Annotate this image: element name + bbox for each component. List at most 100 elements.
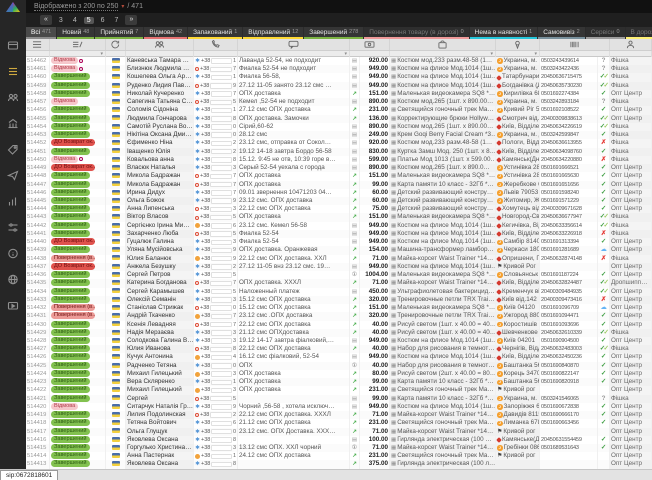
- table-row[interactable]: 514431Повернення (в…Андрій Ткаченко+3872…: [26, 312, 652, 320]
- table-row[interactable]: 514415ЗавершенийГоргулько Христина…∗+383…: [26, 444, 652, 452]
- column-header-order-id[interactable]: [26, 39, 50, 50]
- table-row[interactable]: 514428ЗавершенийСолодкова Галина В…∗+383…: [26, 337, 652, 345]
- page-number-5[interactable]: 5: [84, 17, 94, 24]
- table-row[interactable]: 514458ЗавершенийНиколай Кучеренко∗+387ОП…: [26, 90, 652, 98]
- table-row[interactable]: 514435ЗавершенийКатерина Богданова+387ОП…: [26, 279, 652, 287]
- table-row[interactable]: 514430ЗавершенийКсенія Левадняя+38722.12…: [26, 321, 652, 329]
- sidebar-item-info[interactable]: [6, 247, 20, 260]
- tab-Прийнятий[interactable]: Прийнятий7: [95, 27, 143, 39]
- table-row[interactable]: 514454ЗавершенийСамотій Руслана Во…∗+380…: [26, 123, 652, 131]
- table-row[interactable]: 514461ВідмоваБлизнюк Людмила …+387Фиалка…: [26, 65, 652, 73]
- tab-Сервіси[interactable]: Сервіси0: [586, 27, 625, 39]
- sidebar-item-settings[interactable]: [6, 221, 20, 234]
- table-row[interactable]: 514442ЗавершенийСергієнко Ірина Ми…+3862…: [26, 222, 652, 230]
- table-row[interactable]: 514441ЗавершенийЗахарченко Люба+385Фиалк…: [26, 230, 652, 238]
- channel-cell: Опт Центр: [610, 419, 652, 427]
- table-row[interactable]: 514429ЗавершенийНадія Мерзаєва∗+38321.12…: [26, 329, 652, 337]
- client-name-cell: Сергей Карамышев: [126, 288, 194, 296]
- table-row[interactable]: 514437ДО Возврат ок…Анжела Безушку∗+3822…: [26, 263, 652, 271]
- table-row[interactable]: 514456ЗавершенийСоломія Сідоніна∗+38127.…: [26, 106, 652, 114]
- table-row[interactable]: 514438Повернення (в…Юлия Баланюк+38922.1…: [26, 255, 652, 263]
- tab-Запакований[interactable]: Запакований1: [188, 27, 242, 39]
- shown-range-dropdown[interactable]: Відображено з 200 по 250: [34, 3, 118, 11]
- tab-Відправлений[interactable]: Відправлений12: [243, 27, 303, 39]
- page-number-4[interactable]: 4: [70, 17, 80, 24]
- column-header-comment[interactable]: [238, 39, 350, 50]
- sidebar-item-web[interactable]: [6, 273, 20, 286]
- table-row[interactable]: 514451ЗавершенийІващенко Юлія∗+38219.12 …: [26, 148, 652, 156]
- first-page-button[interactable]: «: [40, 15, 52, 25]
- column-header-product[interactable]: [390, 39, 496, 50]
- table-row[interactable]: 514420ВідмоваСитарчук Наталія Гр…∗+389Чо…: [26, 403, 652, 411]
- table-row[interactable]: 514448ЗавершенийМикола Бадражан+387ОПХ д…: [26, 172, 652, 180]
- table-row[interactable]: 514453ЗавершенийНікітіна Оксана Дми…∗+38…: [26, 131, 652, 139]
- table-row[interactable]: 514455ЗавершенийЛюдмила Гончарова∗+388ОП…: [26, 115, 652, 123]
- column-header-phone[interactable]: [194, 39, 238, 50]
- column-header-country-flag[interactable]: [106, 39, 126, 50]
- table-row[interactable]: 514447ЗавершенийМикола Бадражан+387ОПХ д…: [26, 181, 652, 189]
- sidebar-item-company[interactable]: [6, 117, 20, 130]
- table-row[interactable]: 514450ВідмоваКовальова анна∗+38815.12. 9…: [26, 156, 652, 164]
- page-number-7[interactable]: 7: [112, 17, 122, 24]
- sidebar-item-stats[interactable]: [6, 195, 20, 208]
- table-row[interactable]: 514433ЗавершенийОлексій Семанін∗+38315.1…: [26, 296, 652, 304]
- column-header-channel[interactable]: [610, 39, 652, 50]
- page-number-6[interactable]: 6: [98, 17, 108, 24]
- table-row[interactable]: 514452ДО Возврат ок…Єфименко Ніна∗+38223…: [26, 139, 652, 147]
- sidebar-item-orders[interactable]: [6, 65, 20, 78]
- calls-count: 1: [233, 378, 236, 386]
- table-row[interactable]: 514427ЗавершенийЮлия Иванова+38822.12 см…: [26, 345, 652, 353]
- tab-Самовивіз[interactable]: Самовивіз2: [538, 27, 585, 39]
- column-header-status[interactable]: [50, 39, 106, 50]
- table-row[interactable]: 514434ЗавершенийСергей Карамышев∗+385Нал…: [26, 288, 652, 296]
- order-id-cell: 514431: [26, 312, 50, 320]
- table-row[interactable]: 514449ДО Возврат ок…Власюк Наталья∗+383С…: [26, 164, 652, 172]
- sidebar-item-contacts[interactable]: [6, 91, 20, 104]
- call-star-icon: ∗: [195, 123, 200, 131]
- calls-count: 5: [233, 288, 236, 296]
- tab-Нема в наявності[interactable]: Нема в наявності1: [470, 27, 538, 39]
- table-row[interactable]: 514446ЗавершенийИрина Дидух∗+38709.01 зв…: [26, 189, 652, 197]
- table-row[interactable]: 514436ЗавершенийСергей Петров∗+385①1004.…: [26, 271, 652, 279]
- column-header-city[interactable]: [496, 39, 540, 50]
- table-row[interactable]: 514424ЗавершенийМихаил Гилецький+383ОПХ …: [26, 370, 652, 378]
- tab-Всі[interactable]: Всі471: [26, 27, 56, 39]
- tab-Відмова[interactable]: Відмова42: [144, 27, 187, 39]
- sidebar-item-broadcast[interactable]: [6, 169, 20, 182]
- sidebar-item-tags[interactable]: [6, 143, 20, 156]
- page-number-3[interactable]: 3: [56, 17, 66, 24]
- table-row[interactable]: 514459ЗавершенийРуденко Лидия Пав…+38927…: [26, 82, 652, 90]
- tab-Новий[interactable]: Новий48: [57, 27, 94, 39]
- table-row[interactable]: 514444ЗавершенийАнна Липенська+38322.12 …: [26, 205, 652, 213]
- table-row[interactable]: 514419ЗавершенийЛилия Подолинская+38222.…: [26, 411, 652, 419]
- table-row[interactable]: 514440ДО Возврат ок…Гуцалюк Галина∗+383Ф…: [26, 238, 652, 246]
- table-row[interactable]: 514425ЗавершенийРадченко Тетяна∗+380ОПХ①…: [26, 362, 652, 370]
- sidebar-item-dashboard[interactable]: [6, 39, 20, 52]
- city-cell: Шевченкове (Х…: [496, 329, 540, 337]
- tab-В дорозі додому[interactable]: В дорозі додому0: [626, 27, 652, 39]
- sidebar-item-video[interactable]: [6, 299, 20, 312]
- table-row[interactable]: 514418ЗавершенийТетяна Войтович∗+38621.1…: [26, 419, 652, 427]
- table-row[interactable]: 514426ЗавершенийКучук Антонина+38416.12 …: [26, 353, 652, 361]
- table-row[interactable]: 514457ВідмоваСапегина Татьяна С…+385Кеме…: [26, 98, 652, 106]
- column-header-client[interactable]: [126, 39, 194, 50]
- table-row[interactable]: 514416ЗавершенийЯковлева Оксана∗+388▤100…: [26, 436, 652, 444]
- tab-Повернення товару (в дорозі)[interactable]: Повернення товару (в дорозі)0: [364, 27, 468, 39]
- column-header-payment[interactable]: [350, 39, 390, 50]
- table-row[interactable]: 514414ЗавершенийАнна Пастернак+38124.12 …: [26, 452, 652, 460]
- tab-Завершений[interactable]: Завершений278: [304, 27, 363, 39]
- app-logo-icon[interactable]: [0, 0, 26, 15]
- table-row[interactable]: 514417ЗавершенийОльга Глущук∗+38023.12 с…: [26, 428, 652, 436]
- table-row[interactable]: 514413ЗавершенийЯковлева Оксана∗+388↗375…: [26, 460, 652, 468]
- column-header-tracking[interactable]: [540, 39, 610, 50]
- table-row[interactable]: 514421ЗавершенийСергей+385▤99.00▦Карта п…: [26, 395, 652, 403]
- table-row[interactable]: 514423ЗавершенийВера Скляренко∗+381ОПХ д…: [26, 378, 652, 386]
- table-row[interactable]: 514422ЗавершенийМихаил Гилецький+383ОПХ …: [26, 386, 652, 394]
- table-row[interactable]: 514460ЗавершенийКошелева Ольга Ар…∗+381Ф…: [26, 73, 652, 81]
- table-row[interactable]: 514443ЗавершенийВіктор Власов+385ОПХ дос…: [26, 213, 652, 221]
- table-row[interactable]: 514445ЗавершенийОльга Божок∗+38923.12 см…: [26, 197, 652, 205]
- table-row[interactable]: 514439ЗавершенийУляна Мусійовська∗+389ОП…: [26, 246, 652, 254]
- table-row[interactable]: 514432Повернення (в…Станіслав Стрижак+38…: [26, 304, 652, 312]
- last-page-button[interactable]: »: [125, 15, 137, 25]
- table-row[interactable]: 514462ВідмоваКаневська Тамара …∗+381Лава…: [26, 57, 652, 65]
